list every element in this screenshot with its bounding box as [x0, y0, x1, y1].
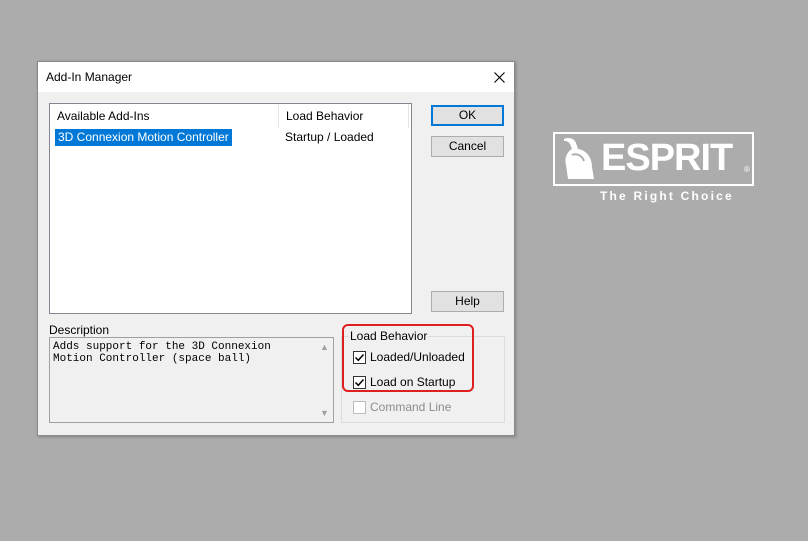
description-textbox[interactable]: Adds support for the 3D Connexion Motion… [49, 337, 334, 423]
close-button[interactable] [484, 62, 514, 92]
loaded-unloaded-option[interactable]: Loaded/Unloaded [353, 349, 465, 365]
scroll-down-icon[interactable]: ▼ [316, 406, 333, 420]
loaded-unloaded-label: Loaded/Unloaded [370, 350, 465, 364]
logo-frame: ESPRIT ® [553, 132, 754, 186]
listview-header: Available Add-Ins Load Behavior [50, 104, 411, 128]
load-on-startup-option[interactable]: Load on Startup [353, 374, 455, 390]
bell-icon [564, 138, 594, 179]
logo-tagline: The Right Choice [600, 189, 734, 203]
addins-listview[interactable]: Available Add-Ins Load Behavior 3D Conne… [49, 103, 412, 314]
add-in-manager-dialog: Add-In Manager Available Add-Ins Load Be… [37, 61, 515, 436]
ok-button[interactable]: OK [431, 105, 504, 126]
command-line-option[interactable]: Command Line [353, 399, 451, 415]
description-scrollbar[interactable]: ▲ ▼ [316, 338, 333, 422]
loaded-unloaded-checkbox[interactable] [353, 350, 366, 364]
addin-load-behavior: Startup / Loaded [285, 130, 374, 144]
column-header-available-addins[interactable]: Available Add-Ins [50, 104, 279, 128]
scroll-up-icon[interactable]: ▲ [316, 340, 333, 354]
command-line-checkbox[interactable] [353, 400, 366, 414]
description-text: Adds support for the 3D Connexion Motion… [53, 341, 278, 365]
registered-mark: ® [744, 165, 750, 174]
list-item[interactable]: 3D Connexion Motion Controller Startup /… [50, 129, 411, 146]
help-button[interactable]: Help [431, 291, 504, 312]
addin-name[interactable]: 3D Connexion Motion Controller [55, 129, 232, 146]
dialog-title: Add-In Manager [46, 70, 133, 84]
cancel-button[interactable]: Cancel [431, 136, 504, 157]
checkmark-icon [354, 353, 365, 361]
load-on-startup-checkbox[interactable] [353, 375, 366, 389]
close-icon [493, 71, 505, 83]
command-line-label: Command Line [370, 400, 452, 414]
checkmark-icon [354, 378, 365, 386]
load-on-startup-label: Load on Startup [370, 375, 456, 389]
description-label: Description [49, 323, 110, 337]
load-behavior-label: Load Behavior [349, 329, 429, 343]
title-bar[interactable]: Add-In Manager [38, 62, 514, 92]
logo-wordmark: ESPRIT [601, 137, 733, 179]
column-header-load-behavior[interactable]: Load Behavior [279, 104, 409, 128]
